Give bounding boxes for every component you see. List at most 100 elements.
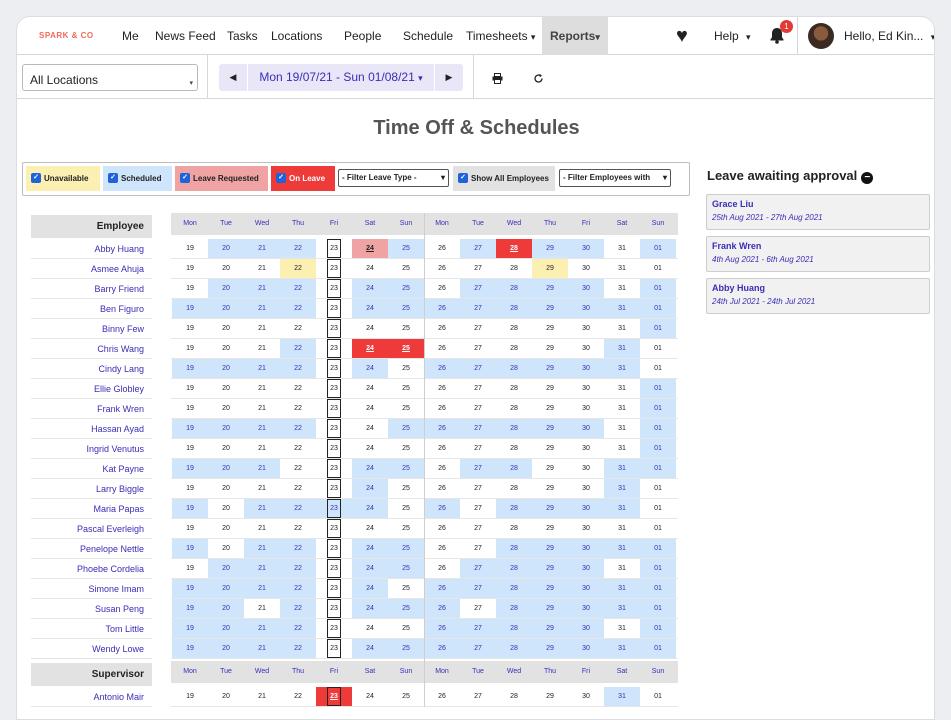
day-cell[interactable]: 22 (280, 439, 316, 458)
day-cell[interactable]: 20 (208, 379, 244, 398)
nav-people[interactable]: People (344, 17, 381, 55)
day-cell[interactable]: 31 (604, 359, 640, 378)
refresh-icon[interactable] (533, 73, 544, 87)
day-cell[interactable]: 30 (568, 439, 604, 458)
employee-name-link[interactable]: Maria Papas (31, 499, 152, 519)
day-cell[interactable]: 20 (208, 459, 244, 478)
day-cell[interactable]: 28 (496, 687, 532, 706)
day-cell[interactable]: 22 (280, 559, 316, 578)
day-cell[interactable]: 29 (532, 419, 568, 438)
nav-me[interactable]: Me (122, 17, 139, 55)
day-cell[interactable]: 24 (352, 299, 388, 318)
day-cell[interactable]: 26 (424, 419, 460, 438)
day-cell[interactable]: 27 (460, 499, 496, 518)
day-cell[interactable]: 31 (604, 419, 640, 438)
day-cell[interactable]: 28 (496, 579, 532, 598)
day-cell[interactable]: 25 (388, 579, 424, 598)
day-cell[interactable]: 29 (532, 359, 568, 378)
day-cell[interactable]: 29 (532, 519, 568, 538)
day-cell[interactable]: 01 (640, 239, 676, 258)
day-cell[interactable]: 20 (208, 579, 244, 598)
day-cell[interactable]: 30 (568, 599, 604, 618)
day-cell[interactable]: 25 (388, 539, 424, 558)
day-cell[interactable]: 01 (640, 519, 676, 538)
day-cell[interactable]: 20 (208, 539, 244, 558)
nav-timesheets[interactable]: Timesheets ▾ (466, 17, 535, 55)
day-cell[interactable]: 28 (496, 279, 532, 298)
employee-name-link[interactable]: Ben Figuro (31, 299, 152, 319)
day-cell[interactable]: 01 (640, 619, 676, 638)
day-cell[interactable]: 28 (496, 379, 532, 398)
day-cell[interactable]: 25 (388, 479, 424, 498)
nav-help[interactable]: Help ▾ (714, 17, 751, 55)
day-cell[interactable]: 22 (280, 539, 316, 558)
day-cell[interactable]: 19 (172, 439, 208, 458)
day-cell[interactable]: 31 (604, 279, 640, 298)
day-cell[interactable]: 26 (424, 439, 460, 458)
day-cell[interactable]: 25 (388, 339, 424, 358)
day-cell[interactable]: 24 (352, 479, 388, 498)
day-cell[interactable]: 20 (208, 279, 244, 298)
day-cell[interactable]: 22 (280, 359, 316, 378)
day-cell[interactable]: 20 (208, 519, 244, 538)
leave-request-card[interactable]: Abby Huang 24th Jul 2021 - 24th Jul 2021 (706, 278, 930, 314)
day-cell[interactable]: 30 (568, 419, 604, 438)
day-cell[interactable]: 20 (208, 687, 244, 706)
day-cell[interactable]: 26 (424, 639, 460, 658)
day-cell[interactable]: 22 (280, 519, 316, 538)
day-cell[interactable]: 25 (388, 399, 424, 418)
day-cell[interactable]: 27 (460, 259, 496, 278)
day-cell[interactable]: 19 (172, 479, 208, 498)
day-cell[interactable]: 19 (172, 599, 208, 618)
day-cell[interactable]: 19 (172, 519, 208, 538)
day-cell[interactable]: 21 (244, 559, 280, 578)
day-cell[interactable]: 21 (244, 359, 280, 378)
date-range-dropdown[interactable]: Mon 19/07/21 - Sun 01/08/21 ▾ (247, 64, 435, 91)
day-cell[interactable]: 24 (352, 639, 388, 658)
day-cell[interactable]: 19 (172, 359, 208, 378)
day-cell[interactable]: 24 (352, 687, 388, 706)
employee-name-link[interactable]: Kat Payne (31, 459, 152, 479)
day-cell[interactable]: 29 (532, 539, 568, 558)
day-cell[interactable]: 31 (604, 579, 640, 598)
day-cell[interactable]: 20 (208, 479, 244, 498)
day-cell[interactable]: 27 (460, 519, 496, 538)
day-cell[interactable]: 30 (568, 559, 604, 578)
scheduled-toggle[interactable]: ✓ Scheduled (103, 166, 172, 191)
day-cell[interactable]: 19 (172, 459, 208, 478)
day-cell[interactable]: 21 (244, 639, 280, 658)
day-cell[interactable]: 19 (172, 379, 208, 398)
day-cell[interactable]: 30 (568, 539, 604, 558)
employee-name-link[interactable]: Frank Wren (31, 399, 152, 419)
employee-name-link[interactable]: Penelope Nettle (31, 539, 152, 559)
day-cell[interactable]: 26 (424, 239, 460, 258)
day-cell[interactable]: 24 (352, 599, 388, 618)
day-cell[interactable]: 26 (424, 359, 460, 378)
brand-logo[interactable]: SPARK & CO (39, 31, 94, 40)
day-cell[interactable]: 28 (496, 359, 532, 378)
day-cell[interactable]: 27 (460, 579, 496, 598)
day-cell[interactable]: 26 (424, 299, 460, 318)
day-cell[interactable]: 31 (604, 399, 640, 418)
employee-name-link[interactable]: Chris Wang (31, 339, 152, 359)
day-cell[interactable]: 01 (640, 559, 676, 578)
printer-icon[interactable] (492, 73, 503, 87)
day-cell[interactable]: 19 (172, 259, 208, 278)
day-cell[interactable]: 30 (568, 619, 604, 638)
day-cell[interactable]: 28 (496, 319, 532, 338)
nav-reports[interactable]: Reports▾ (542, 17, 608, 55)
day-cell[interactable]: 29 (532, 379, 568, 398)
leave-requested-toggle[interactable]: ✓ Leave Requested (175, 166, 268, 191)
day-cell[interactable]: 21 (244, 459, 280, 478)
day-cell[interactable]: 21 (244, 539, 280, 558)
day-cell[interactable]: 27 (460, 599, 496, 618)
day-cell[interactable]: 29 (532, 579, 568, 598)
day-cell[interactable]: 25 (388, 319, 424, 338)
day-cell[interactable]: 01 (640, 479, 676, 498)
day-cell[interactable]: 24 (352, 359, 388, 378)
day-cell[interactable]: 29 (532, 559, 568, 578)
day-cell[interactable]: 28 (496, 339, 532, 358)
day-cell[interactable]: 27 (460, 539, 496, 558)
day-cell[interactable]: 31 (604, 439, 640, 458)
day-cell[interactable]: 28 (496, 259, 532, 278)
